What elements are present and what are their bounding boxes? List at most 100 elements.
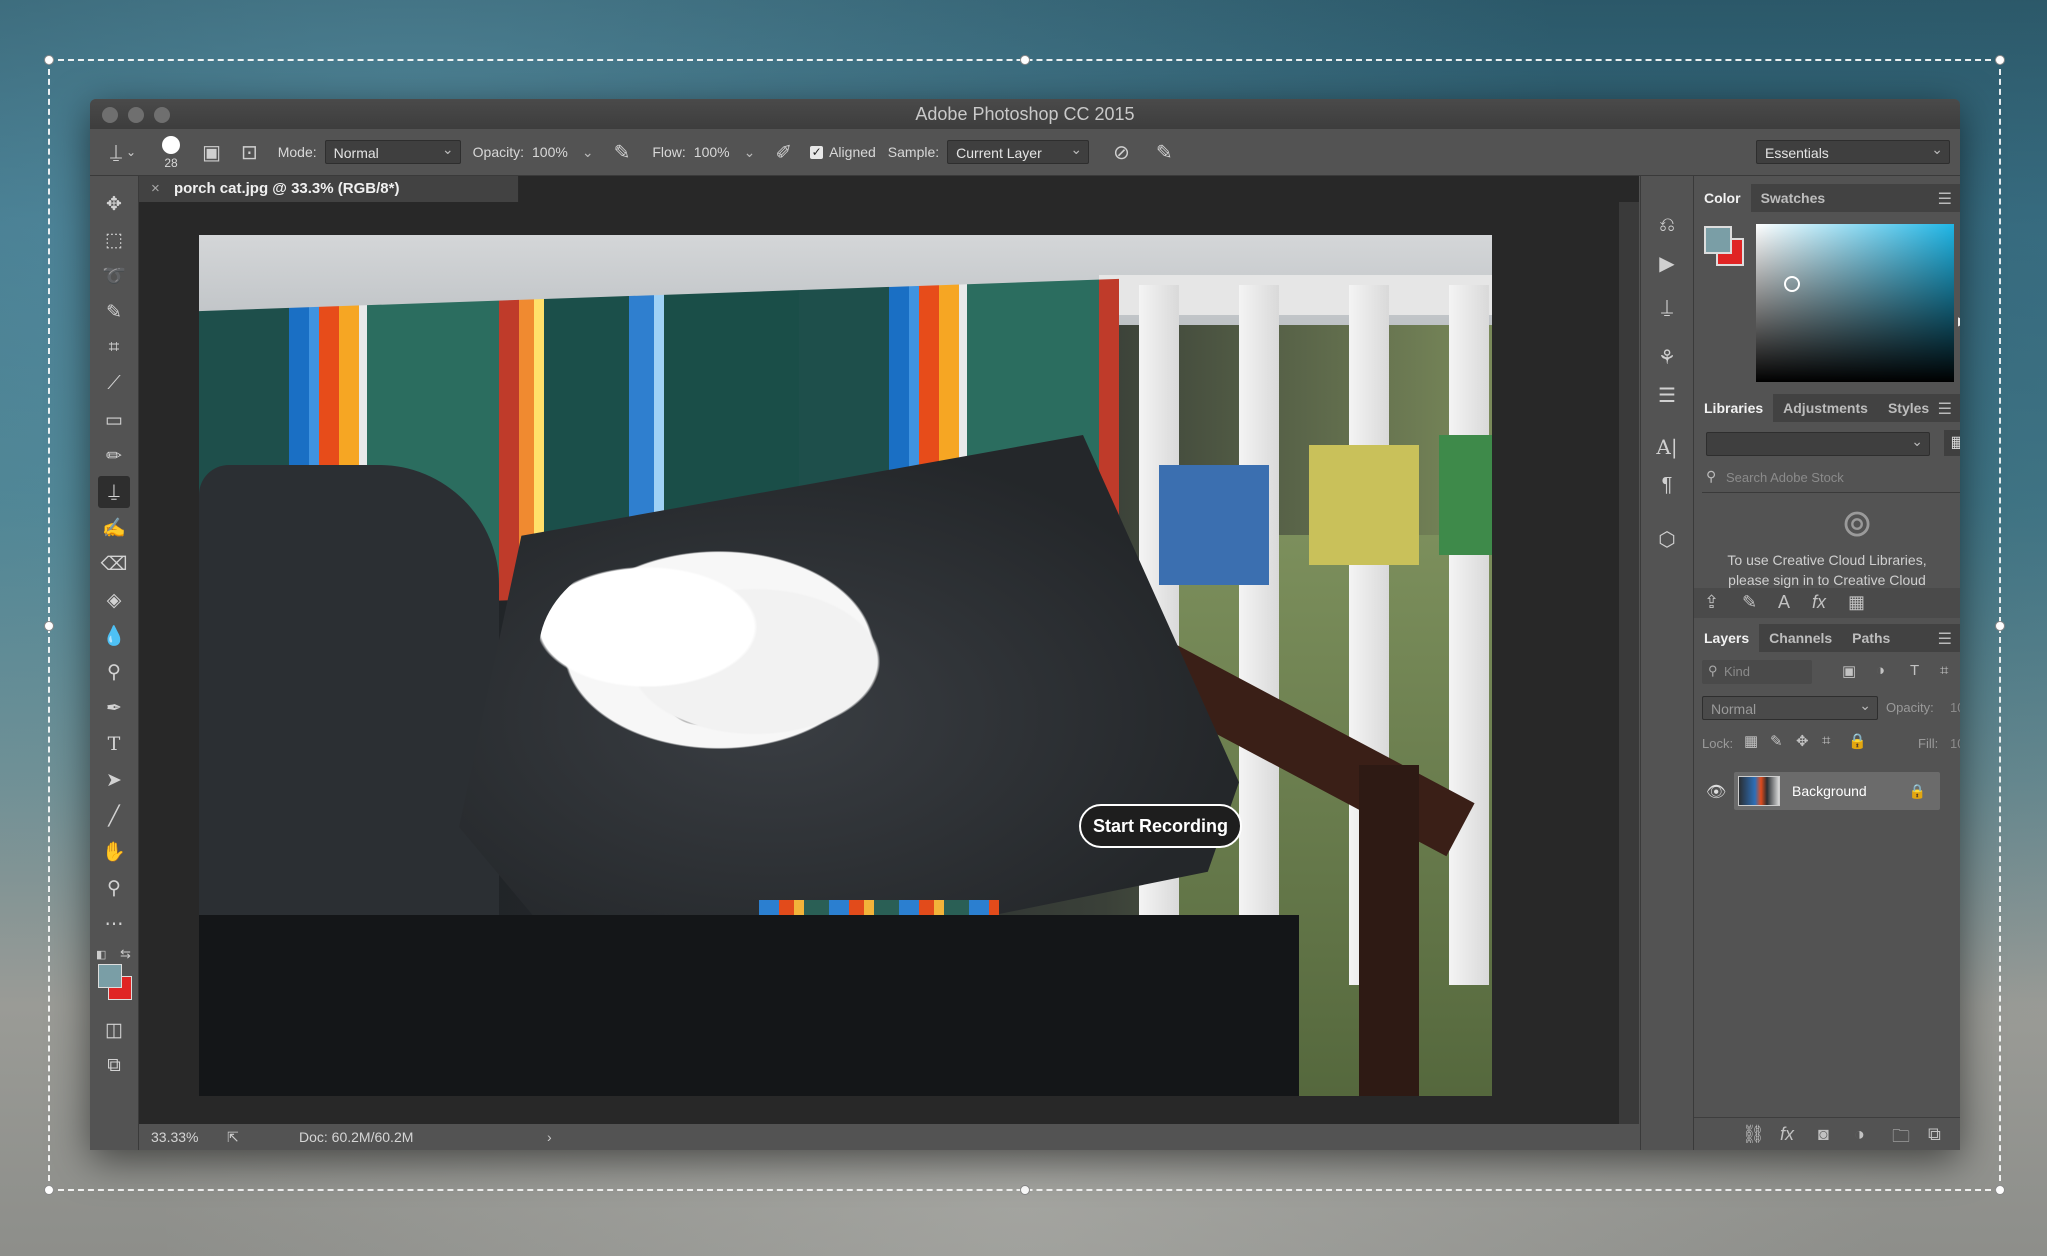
selection-handle-middle-left[interactable] <box>44 621 54 631</box>
panel-menu-icon[interactable]: ☰ <box>1938 629 1952 649</box>
close-window-button[interactable] <box>102 107 118 123</box>
blend-mode-dropdown[interactable]: Normal <box>1702 693 1878 720</box>
color-field[interactable] <box>1756 224 1954 382</box>
lasso-icon[interactable]: ➰ <box>98 260 130 292</box>
eyedropper-icon[interactable]: ⟋ <box>98 368 130 400</box>
export-icon[interactable]: ⇱ <box>227 1124 239 1150</box>
sample-dropdown[interactable]: Current Layer <box>947 137 1090 164</box>
hue-slider-arrow-icon[interactable]: ▶ <box>1958 314 1960 328</box>
library-select-dropdown[interactable] <box>1706 429 1930 456</box>
lock-transparent-icon[interactable]: ▦ <box>1744 732 1758 750</box>
upload-icon[interactable]: ⇪ <box>1704 592 1719 613</box>
character-panel-icon[interactable]: A| <box>1651 432 1683 462</box>
selection-handle-bottom-left[interactable] <box>44 1185 54 1195</box>
grid-view-icon[interactable]: ▦ <box>1944 430 1960 456</box>
add-text-icon[interactable]: A <box>1778 592 1790 613</box>
link-layers-icon[interactable]: ⛓ <box>1742 1124 1765 1145</box>
add-mask-icon[interactable]: ◙ <box>1818 1124 1829 1145</box>
selection-handle-middle-right[interactable] <box>1995 621 2005 631</box>
move-icon[interactable]: ✥ <box>98 188 130 220</box>
paint-bucket-icon[interactable]: ◈ <box>98 584 130 616</box>
new-group-icon[interactable]: 🗀 <box>1892 1124 1910 1150</box>
clone-source-panel-icon[interactable]: ⊡ <box>241 140 258 165</box>
tab-channels[interactable]: Channels <box>1759 624 1842 652</box>
vertical-scrollbar[interactable] <box>1619 202 1639 1150</box>
opacity-pressure-icon[interactable]: ✎ <box>614 140 631 165</box>
flow-dropdown-icon[interactable]: ⌄ <box>744 144 756 161</box>
default-colors-icon[interactable]: ◧ <box>96 948 108 961</box>
layer-visibility-eye-icon[interactable]: 👁 <box>1706 782 1726 802</box>
line-icon[interactable]: ╱ <box>98 800 130 832</box>
add-layer-style-icon[interactable]: fx <box>1780 1124 1794 1145</box>
tab-paths[interactable]: Paths <box>1842 624 1900 652</box>
selection-handle-top-left[interactable] <box>44 55 54 65</box>
ignore-adjustment-layers-icon[interactable]: ⊘ <box>1113 140 1130 165</box>
pen-icon[interactable]: ✒ <box>98 692 130 724</box>
more-tools-icon[interactable]: ⋯ <box>98 908 130 940</box>
type-icon[interactable]: T <box>98 728 130 760</box>
hand-icon[interactable]: ✋ <box>98 836 130 868</box>
layer-filter-kind[interactable]: ⚲ Kind <box>1702 660 1812 684</box>
filter-pixel-icon[interactable]: ▣ <box>1842 662 1856 680</box>
actions-panel-icon[interactable]: ▶ <box>1651 248 1683 278</box>
dodge-icon[interactable]: ⚲ <box>98 656 130 688</box>
document-tab[interactable]: × porch cat.jpg @ 33.3% (RGB/8*) <box>139 176 519 202</box>
lock-position-icon[interactable]: ✥ <box>1796 732 1809 750</box>
workspace-dropdown[interactable]: Essentials <box>1756 137 1950 164</box>
filter-shape-icon[interactable]: ⌗ <box>1940 662 1948 679</box>
blur-icon[interactable]: 💧 <box>98 620 130 652</box>
eraser-icon[interactable]: ⌫ <box>98 548 130 580</box>
quick-select-icon[interactable]: ✎ <box>98 296 130 328</box>
crop-icon[interactable]: ⌗ <box>98 332 130 364</box>
new-layer-icon[interactable]: ⧉ <box>1928 1124 1941 1145</box>
color-panel-foreground-swatch[interactable] <box>1704 226 1732 254</box>
zoom-level[interactable]: 33.33% <box>151 1124 198 1150</box>
properties-panel-icon[interactable]: ☰ <box>1651 380 1683 410</box>
layer-row-background[interactable]: Background 🔒 <box>1734 772 1940 810</box>
swap-colors-icon[interactable]: ⇆ <box>120 946 131 962</box>
aligned-checkbox[interactable]: ✓ <box>810 145 824 159</box>
selection-handle-bottom-center[interactable] <box>1020 1185 1030 1195</box>
lock-pixels-icon[interactable]: ✎ <box>1770 732 1783 750</box>
tab-swatches[interactable]: Swatches <box>1751 184 1836 212</box>
start-recording-button[interactable]: Start Recording <box>1079 804 1242 848</box>
selection-handle-top-center[interactable] <box>1020 55 1030 65</box>
add-style-icon[interactable]: fx <box>1812 592 1826 613</box>
panel-menu-icon[interactable]: ☰ <box>1938 189 1952 209</box>
minimize-window-button[interactable] <box>128 107 144 123</box>
tool-preset-picker[interactable]: ⍊ ⌄ <box>110 141 136 164</box>
add-brush-icon[interactable]: ✎ <box>1742 592 1757 613</box>
brush-presets-icon[interactable]: ⚘ <box>1651 342 1683 372</box>
brush-picker[interactable]: 28 <box>162 135 181 169</box>
clone-source-icon[interactable]: ⍊ <box>1651 292 1683 322</box>
paragraph-panel-icon[interactable]: ¶ <box>1651 470 1683 500</box>
healing-brush-icon[interactable]: ▭ <box>98 404 130 436</box>
filter-type-icon[interactable]: T <box>1910 662 1919 679</box>
marquee-icon[interactable]: ⬚ <box>98 224 130 256</box>
airbrush-icon[interactable]: ✐ <box>775 140 792 165</box>
status-menu-chevron-icon[interactable]: › <box>547 1124 552 1150</box>
3d-panel-icon[interactable]: ⬡ <box>1651 524 1683 554</box>
size-pressure-icon[interactable]: ✎ <box>1156 140 1173 165</box>
document-image[interactable] <box>199 235 1492 1096</box>
quick-mask-icon[interactable]: ◫ <box>98 1014 130 1046</box>
canvas-area[interactable]: Start Recording <box>139 202 1619 1124</box>
close-document-icon[interactable]: × <box>151 180 160 197</box>
tab-libraries[interactable]: Libraries <box>1694 394 1774 422</box>
clone-stamp-icon[interactable]: ⍊ <box>98 476 130 508</box>
brush-settings-icon[interactable]: ▣ <box>202 140 221 165</box>
brush-icon[interactable]: ✏ <box>98 440 130 472</box>
selection-handle-bottom-right[interactable] <box>1995 1185 2005 1195</box>
tab-adjustments[interactable]: Adjustments <box>1773 394 1878 422</box>
opacity-value[interactable]: 100% <box>532 144 568 160</box>
flow-value[interactable]: 100% <box>694 144 730 160</box>
fill-value[interactable]: 100% <box>1950 736 1960 751</box>
selection-handle-top-right[interactable] <box>1995 55 2005 65</box>
add-color-icon[interactable]: ▦ <box>1848 592 1865 613</box>
filter-adjustment-icon[interactable]: ◑ <box>1876 662 1885 679</box>
lock-artboard-icon[interactable]: ⌗ <box>1822 732 1830 749</box>
lock-all-icon[interactable]: 🔒 <box>1848 732 1867 750</box>
zoom-window-button[interactable] <box>154 107 170 123</box>
history-brush-icon[interactable]: ✍ <box>98 512 130 544</box>
tab-layers[interactable]: Layers <box>1694 624 1760 652</box>
